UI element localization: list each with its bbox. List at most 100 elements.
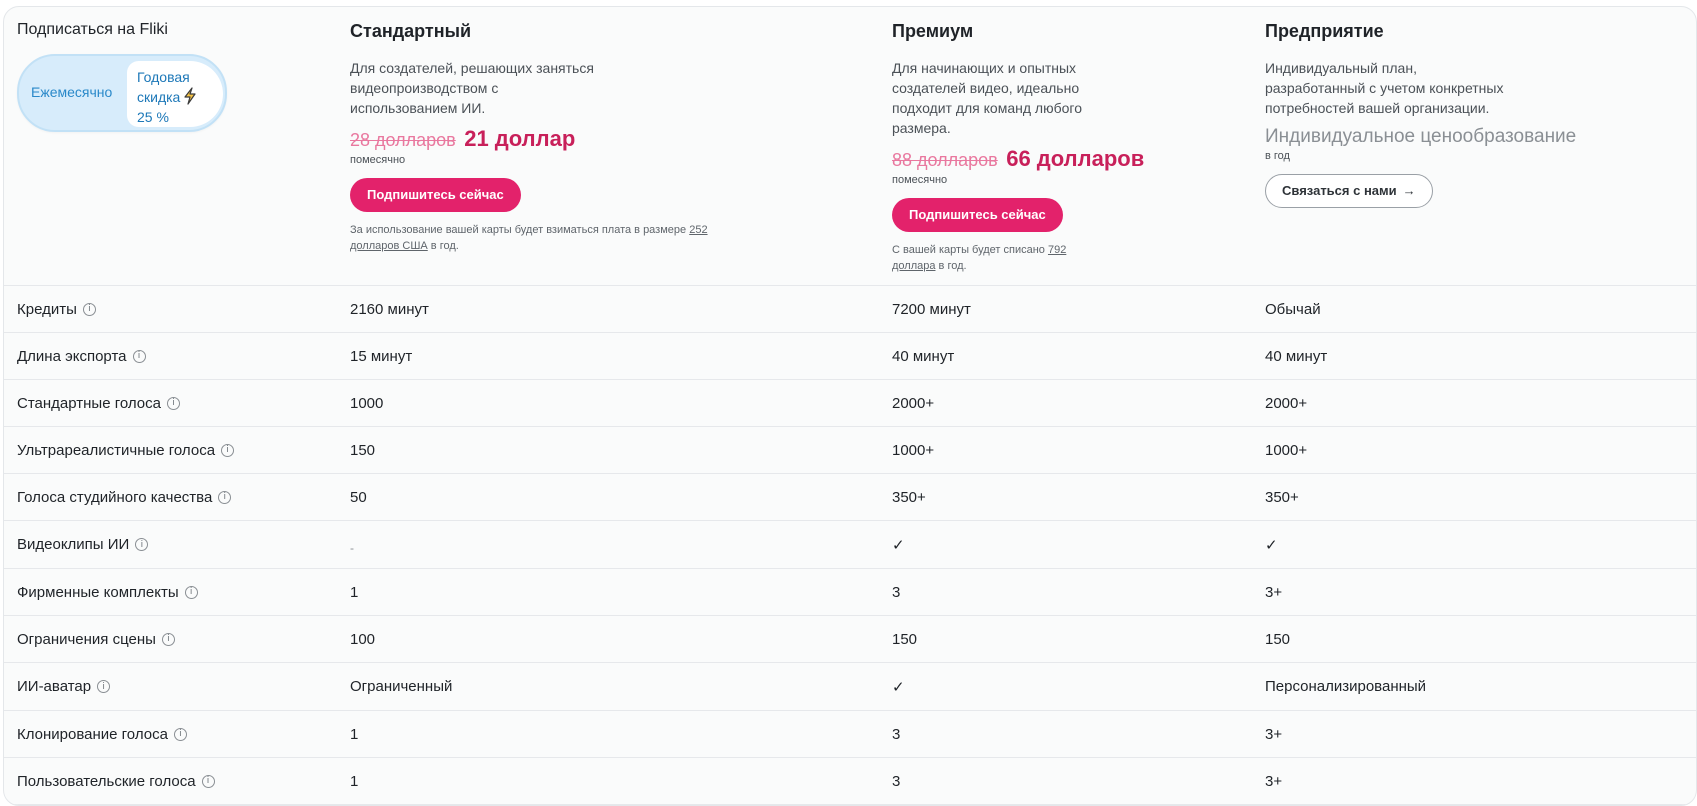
price-period: в год — [1265, 150, 1290, 162]
plan-desc-line: создателей видео, идеально — [892, 80, 1080, 96]
feature-label: Ограничения сцены i — [17, 616, 175, 662]
feature-value-enterprise: 350+ — [1265, 474, 1299, 520]
feature-value-enterprise: 3+ — [1265, 569, 1282, 615]
note-link[interactable]: долларов США — [350, 240, 428, 252]
lightning-bolt-icon — [184, 87, 196, 105]
toggle-monthly[interactable]: Ежемесячно — [31, 84, 112, 100]
feature-value-standard: Ограниченный — [350, 663, 452, 710]
feature-value: Ограниченный — [350, 678, 453, 695]
custom-price: Индивидуальное ценообразование — [1265, 126, 1577, 147]
feature-name: Голоса студийного качества — [17, 488, 213, 506]
yearly-label-2: скидка — [137, 89, 181, 105]
plan-name: Премиум — [892, 21, 974, 41]
feature-label: Клонирование голоса i — [17, 711, 187, 757]
feature-value-standard: 1 — [350, 758, 358, 804]
feature-name: Видеоклипы ИИ — [17, 536, 130, 553]
info-circle-icon[interactable]: i — [82, 302, 96, 316]
feature-value: Персонализированный — [1265, 678, 1427, 695]
feature-value-premium: 150 — [892, 616, 917, 662]
feature-name: Пользовательские голоса — [17, 772, 196, 790]
subscribe-button-premium[interactable]: Подпишитесь сейчас — [892, 198, 1063, 232]
feature-label: Пользовательские голоса i — [17, 758, 215, 804]
info-circle-icon[interactable]: i — [132, 349, 146, 363]
feature-value-premium: 3 — [892, 569, 900, 615]
feature-name: Ограничения сцены — [17, 630, 156, 648]
yearly-label-2-row: скидка — [137, 87, 223, 107]
feature-label: Кредиты i — [17, 286, 96, 332]
toggle-yearly[interactable]: Годовая скидка 25 % — [127, 61, 223, 127]
billing-note: С вашей карты будет списано 792 доллара … — [892, 242, 1212, 274]
feature-value: Обычай — [1265, 300, 1321, 318]
info-circle-icon[interactable]: i — [221, 443, 235, 457]
new-price: 66 долларов — [1006, 146, 1145, 171]
info-circle-icon[interactable]: i — [161, 632, 175, 646]
info-circle-icon[interactable]: i — [135, 538, 149, 551]
feature-name: Длина экспорта — [17, 347, 127, 365]
feature-value-enterprise: 3+ — [1265, 758, 1282, 804]
feature-label: Ультрареалистичные голоса i — [17, 427, 235, 473]
price-period: помесячно — [892, 174, 948, 186]
feature-value: 150 — [1265, 630, 1291, 648]
feature-value-standard: 50 — [350, 474, 367, 520]
feature-value-enterprise: Обычай — [1265, 286, 1321, 332]
note-text: За использование вашей карты будет взима… — [350, 224, 690, 236]
feature-value-premium: ✓ — [892, 521, 905, 568]
info-circle-icon[interactable]: i — [166, 396, 180, 410]
feature-value: 350+ — [892, 488, 926, 506]
feature-value: 150 — [350, 441, 376, 459]
checkmark-icon: ✓ — [892, 535, 905, 554]
note-link[interactable]: 792 — [1048, 244, 1066, 256]
feature-value: 2000+ — [892, 394, 935, 412]
plan-description: Индивидуальный план, разработанный с уче… — [1265, 58, 1665, 118]
feature-value-enterprise: Персонализированный — [1265, 663, 1426, 710]
plan-premium: Премиум Для начинающих и опытных создате… — [892, 21, 1212, 274]
feature-value-enterprise: 3+ — [1265, 711, 1282, 757]
price-line: Индивидуальное ценообразование — [1265, 126, 1665, 148]
billing-toggle[interactable]: Ежемесячно Годовая скидка 25 % — [17, 54, 227, 132]
feature-label: Видеоклипы ИИ i — [17, 521, 149, 568]
info-circle-icon[interactable]: i — [173, 727, 187, 741]
feature-value: 1 — [350, 772, 359, 790]
feature-value: 1 — [350, 583, 359, 601]
info-circle-icon[interactable]: i — [97, 680, 111, 693]
contact-us-label: Связаться с нами — [1282, 183, 1397, 198]
feature-label: Голоса студийного качества i — [17, 474, 232, 520]
feature-value-standard: 1 — [350, 569, 358, 615]
note-text: в год. — [935, 260, 967, 272]
info-circle-icon[interactable]: i — [184, 585, 198, 599]
plan-enterprise: Предприятие Индивидуальный план, разрабо… — [1265, 21, 1665, 208]
feature-value: 150 — [892, 630, 918, 648]
note-link[interactable]: 252 — [689, 224, 707, 236]
new-price: 21 доллар — [464, 126, 576, 151]
old-price: 88 долларов — [892, 150, 998, 170]
info-circle-icon[interactable]: i — [218, 490, 232, 504]
table-row: Ограничения сцены i 100 150 150 — [4, 616, 1696, 663]
info-circle-icon[interactable]: i — [201, 774, 215, 788]
yearly-label-3: 25 % — [137, 109, 169, 125]
feature-value: 3 — [892, 583, 901, 601]
feature-value: 2000+ — [1265, 394, 1308, 412]
feature-name: ИИ-аватар — [17, 678, 92, 695]
feature-value-standard: 1 — [350, 711, 358, 757]
feature-value: 3+ — [1265, 772, 1283, 790]
pricing-header: Подписаться на Fliki Ежемесячно Годовая … — [4, 7, 1696, 286]
contact-us-button[interactable]: Связаться с нами → — [1265, 174, 1433, 208]
feature-label: Фирменные комплекты i — [17, 569, 198, 615]
note-text: С вашей карты будет списано — [892, 244, 1048, 256]
feature-value: 50 — [350, 488, 367, 506]
table-row: Фирменные комплекты i 1 3 3+ — [4, 569, 1696, 616]
feature-label: Стандартные голоса i — [17, 380, 180, 426]
plan-desc-line: Индивидуальный план, — [1265, 60, 1417, 76]
table-row: Длина экспорта i 15 минут 40 минут 40 минут — [4, 333, 1696, 380]
feature-value: 2160 минут — [350, 300, 429, 318]
feature-value-standard: 100 — [350, 616, 375, 662]
feature-value: 1000 — [350, 394, 384, 412]
plan-desc-line: потребностей вашей организации. — [1265, 100, 1490, 116]
table-row: Ультрареалистичные голоса i 150 1000+ 1000+ — [4, 427, 1696, 474]
feature-value-standard: 1000 — [350, 380, 383, 426]
plan-name: Предприятие — [1265, 21, 1384, 41]
plan-desc-line: разработанный с учетом конкретных — [1265, 80, 1504, 96]
subscribe-button-standard[interactable]: Подпишитесь сейчас — [350, 178, 521, 212]
plan-desc-line: подходит для команд любого — [892, 100, 1082, 116]
note-link[interactable]: доллара — [892, 260, 935, 272]
